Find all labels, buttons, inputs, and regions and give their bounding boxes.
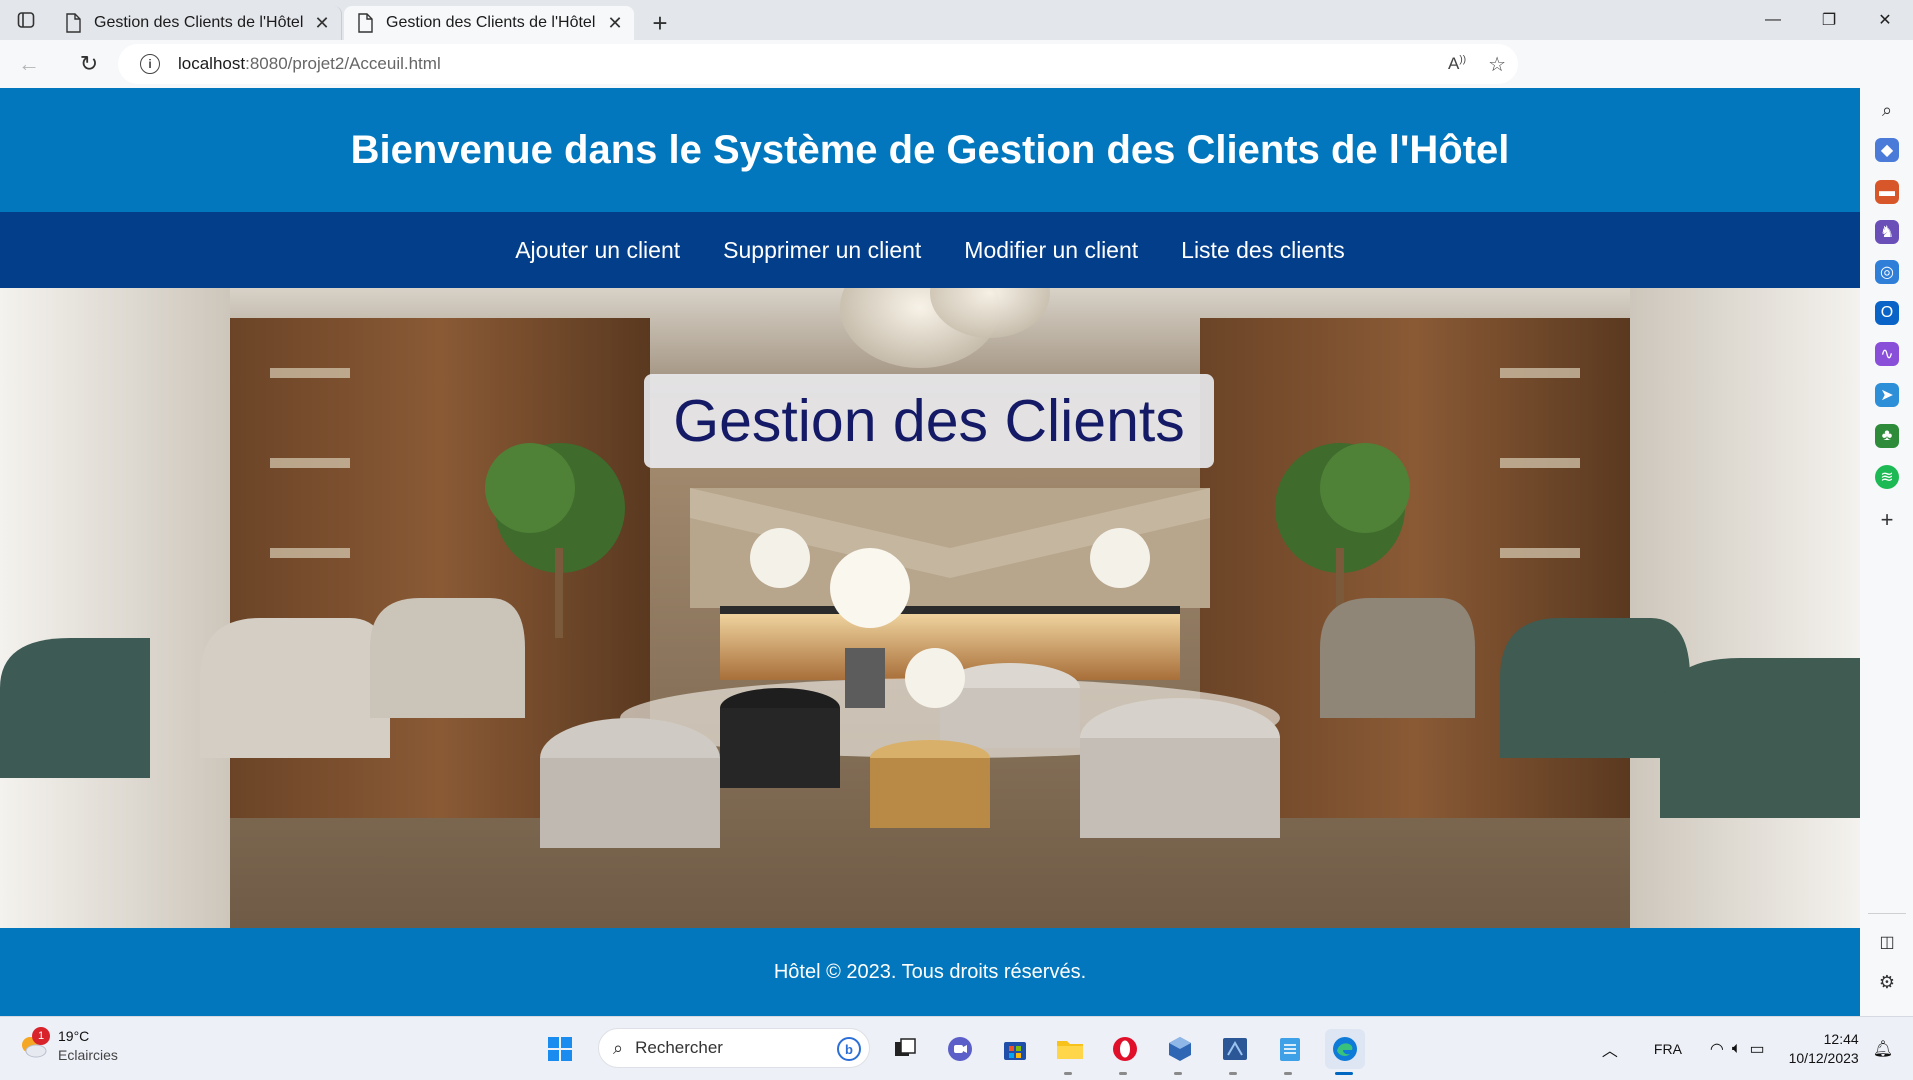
clock-time: 12:44 <box>1823 1031 1859 1047</box>
hero-title: Gestion des Clients <box>644 374 1214 468</box>
page-title: Bienvenue dans le Système de Gestion des… <box>350 127 1510 172</box>
running-indicator <box>1119 1072 1127 1075</box>
url-host: localhost <box>178 54 246 73</box>
refresh-icon: ↻ <box>79 51 99 76</box>
tab-actions-button[interactable] <box>0 0 52 40</box>
weather-widget[interactable]: 1 19°C Eclaircies <box>18 1027 118 1065</box>
footer-text: Hôtel © 2023. Tous droits réservés. <box>773 960 1087 983</box>
plus-icon: + <box>652 7 668 38</box>
active-indicator <box>1335 1072 1353 1075</box>
search-icon: ⌕ <box>613 1037 624 1058</box>
nav-link-delete-client[interactable]: Supprimer un client <box>723 237 921 264</box>
settings-gear-icon[interactable]: ⚙ <box>1875 970 1899 994</box>
battery-icon[interactable]: ▭ <box>1749 1039 1764 1059</box>
notifications-bell-icon[interactable]: 🔔︎ <box>1873 1039 1893 1059</box>
back-button[interactable]: ← <box>6 44 52 84</box>
browser-tab-bar: Gestion des Clients de l'Hôtel ✕ Gestion… <box>0 0 1913 40</box>
site-nav: Ajouter un client Supprimer un client Mo… <box>0 212 1860 288</box>
new-tab-button[interactable]: + <box>640 6 680 40</box>
running-indicator <box>1229 1072 1237 1075</box>
language-indicator[interactable]: FRA <box>1654 1041 1682 1057</box>
tools-briefcase-icon[interactable]: ▬ <box>1875 180 1899 204</box>
microsoft-store-icon[interactable] <box>995 1029 1035 1069</box>
search-placeholder: Rechercher <box>635 1038 723 1057</box>
edge-sidebar: ⌕ ◆ ▬ ♞ ◎ O ∿ ➤ ♣ ≋ + ◫ ⚙ <box>1860 88 1913 1016</box>
minimize-button[interactable]: — <box>1745 0 1801 40</box>
browser-tab-1[interactable]: Gestion des Clients de l'Hôtel ✕ <box>52 6 342 40</box>
nav-link-add-client[interactable]: Ajouter un client <box>515 237 680 264</box>
outlook-icon[interactable]: O <box>1875 301 1899 325</box>
opera-icon[interactable] <box>1105 1029 1145 1075</box>
site-footer: Hôtel © 2023. Tous droits réservés. <box>0 928 1860 1016</box>
taskbar-search[interactable]: ⌕ Rechercher b <box>598 1028 870 1068</box>
info-icon[interactable]: i <box>140 54 160 74</box>
web-page: Bienvenue dans le Système de Gestion des… <box>0 88 1860 1016</box>
browser-toolbar: ← ↻ i localhost:8080/projet2/Acceuil.htm… <box>0 40 1913 116</box>
teams-meet-icon[interactable] <box>940 1029 980 1069</box>
nav-link-client-list[interactable]: Liste des clients <box>1181 237 1345 264</box>
edge-browser-icon[interactable] <box>1325 1029 1365 1075</box>
close-icon[interactable]: ✕ <box>606 13 624 33</box>
page-icon <box>358 13 373 33</box>
browser-tab-2[interactable]: Gestion des Clients de l'Hôtel ✕ <box>344 6 634 40</box>
close-window-button[interactable]: ✕ <box>1857 0 1913 40</box>
bing-icon: b <box>837 1037 861 1061</box>
url-path: :8080/projet2/Acceuil.html <box>245 54 441 73</box>
task-view-icon[interactable] <box>885 1029 925 1069</box>
favorite-star-icon[interactable]: ☆ <box>1488 52 1506 77</box>
games-icon[interactable]: ♞ <box>1875 220 1899 244</box>
clock[interactable]: 12:44 10/12/2023 <box>1789 1030 1859 1068</box>
m365-icon[interactable]: ◎ <box>1875 260 1899 284</box>
chevron-up-icon[interactable]: ︿ <box>1602 1037 1618 1061</box>
arrow-left-icon: ← <box>18 51 40 76</box>
sidebar-divider <box>1868 913 1906 914</box>
close-icon[interactable]: ✕ <box>313 13 331 33</box>
hide-sidebar-icon[interactable]: ◫ <box>1875 930 1899 954</box>
sql-tool-icon[interactable] <box>1215 1029 1255 1075</box>
tree-icon[interactable]: ♣ <box>1875 424 1899 448</box>
volume-icon[interactable]: 🔈︎ <box>1732 1040 1742 1058</box>
designer-icon[interactable]: ∿ <box>1875 342 1899 366</box>
address-bar[interactable]: i localhost:8080/projet2/Acceuil.html A)… <box>118 44 1518 84</box>
notification-badge: 1 <box>32 1027 50 1045</box>
tab-title: Gestion des Clients de l'Hôtel <box>386 14 596 31</box>
running-indicator <box>1064 1072 1072 1075</box>
clock-date: 10/12/2023 <box>1788 1050 1859 1066</box>
virtualbox-icon[interactable] <box>1160 1029 1200 1075</box>
weather-description: Eclaircies <box>58 1047 118 1063</box>
hero-banner: Gestion des Clients <box>0 288 1860 928</box>
site-header: Bienvenue dans le Système de Gestion des… <box>0 88 1860 212</box>
windows-taskbar: 1 19°C Eclaircies ⌕ Rechercher b ︿ FRA ◠… <box>0 1016 1913 1080</box>
restore-button[interactable]: ❐ <box>1801 0 1857 40</box>
running-indicator <box>1174 1072 1182 1075</box>
wifi-icon[interactable]: ◠ <box>1710 1039 1724 1059</box>
tab-actions-icon <box>17 12 35 28</box>
window-controls: — ❐ ✕ <box>1745 0 1913 40</box>
add-icon[interactable]: + <box>1875 507 1899 532</box>
read-aloud-icon[interactable]: A)) <box>1448 54 1466 74</box>
file-explorer-icon[interactable] <box>1050 1029 1090 1075</box>
send-icon[interactable]: ➤ <box>1875 383 1899 407</box>
shopping-tag-icon[interactable]: ◆ <box>1875 138 1899 162</box>
system-tray: ︿ FRA ◠ 🔈︎ ▭ 12:44 10/12/2023 🔔︎ <box>1602 1017 1913 1080</box>
weather-partly-sunny-icon: 1 <box>18 1027 50 1061</box>
weather-temperature: 19°C <box>58 1028 90 1044</box>
page-icon <box>66 13 81 33</box>
tab-title: Gestion des Clients de l'Hôtel <box>94 14 304 31</box>
nav-link-edit-client[interactable]: Modifier un client <box>964 237 1138 264</box>
windows-logo-icon <box>548 1037 572 1061</box>
search-icon[interactable]: ⌕ <box>1875 98 1899 122</box>
notepad-icon[interactable] <box>1270 1029 1310 1075</box>
refresh-button[interactable]: ↻ <box>66 44 112 84</box>
start-button[interactable] <box>540 1029 580 1069</box>
spotify-icon[interactable]: ≋ <box>1875 465 1899 489</box>
running-indicator <box>1284 1072 1292 1075</box>
